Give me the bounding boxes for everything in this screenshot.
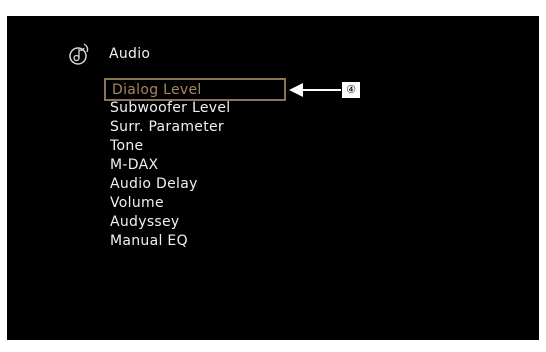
audio-note-icon [67, 41, 97, 67]
menu-item-audyssey[interactable]: Audyssey [104, 213, 286, 232]
page-title: Audio [109, 46, 151, 62]
arrow-left-icon [289, 83, 341, 97]
menu-item-subwoofer-level[interactable]: Subwoofer Level [104, 99, 286, 118]
menu-header: Audio [67, 41, 150, 67]
menu-item-manual-eq[interactable]: Manual EQ [104, 232, 286, 251]
osd-screen: Audio Dialog Level Subwoofer Level Surr.… [7, 16, 539, 340]
audio-menu: Dialog Level Subwoofer Level Surr. Param… [104, 77, 286, 251]
menu-item-m-dax[interactable]: M-DAX [104, 156, 286, 175]
callout-number-badge: ④ [341, 81, 361, 99]
menu-item-volume[interactable]: Volume [104, 194, 286, 213]
callout-annotation: ④ [287, 79, 367, 101]
menu-item-dialog-level[interactable]: Dialog Level [104, 78, 286, 101]
menu-item-surr-parameter[interactable]: Surr. Parameter [104, 118, 286, 137]
menu-item-audio-delay[interactable]: Audio Delay [104, 175, 286, 194]
menu-item-tone[interactable]: Tone [104, 137, 286, 156]
